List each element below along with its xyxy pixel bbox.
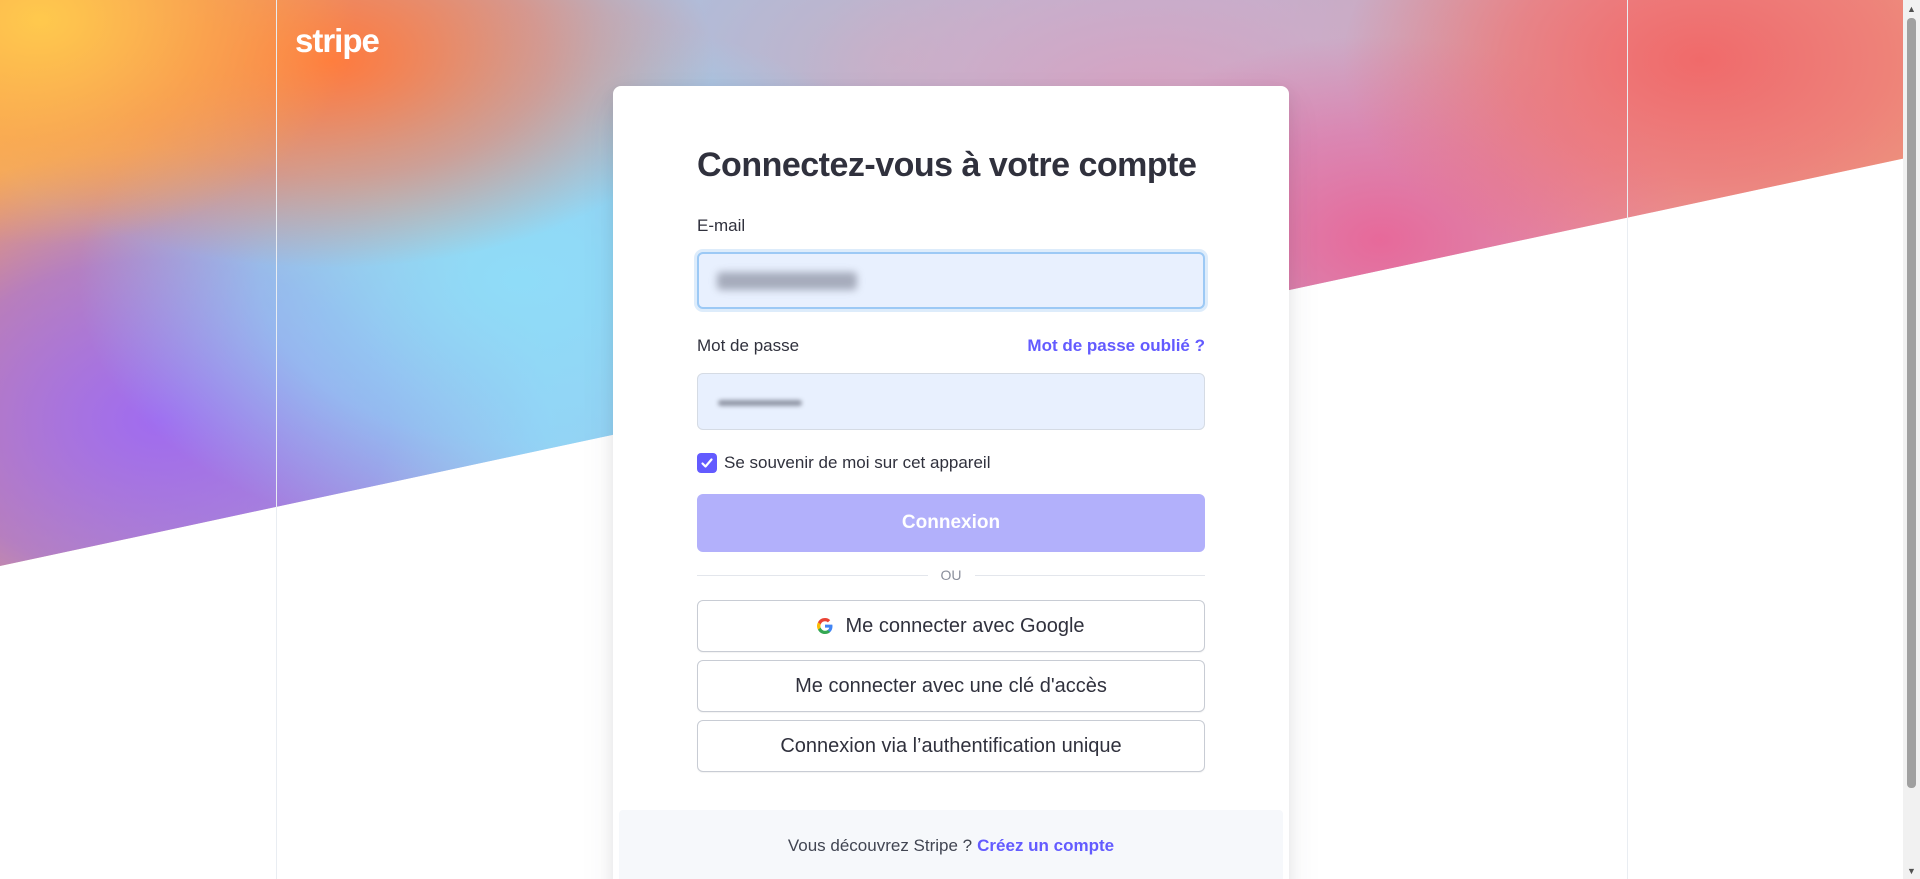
google-login-label: Me connecter avec Google	[845, 614, 1085, 637]
remember-me-label[interactable]: Se souvenir de moi sur cet appareil	[724, 453, 990, 473]
scrollbar-thumb[interactable]	[1907, 18, 1916, 788]
forgot-password-link[interactable]: Mot de passe oublié ?	[1027, 336, 1205, 356]
page: stripe Connectez-vous à votre compte E-m…	[0, 0, 1920, 879]
sso-login-label: Connexion via l’authentification unique	[780, 734, 1122, 757]
scroll-up-icon[interactable]: ▲	[1903, 0, 1920, 17]
email-field[interactable]	[697, 252, 1205, 309]
remember-me-checkbox[interactable]	[697, 453, 717, 473]
signup-prompt: Vous découvrez Stripe ?	[787, 836, 973, 855]
stripe-logo[interactable]: stripe	[295, 22, 380, 60]
checkmark-icon	[701, 458, 713, 468]
login-card: Connectez-vous à votre compte E-mail Mot…	[613, 86, 1289, 879]
google-g-icon	[817, 618, 833, 634]
scroll-down-icon[interactable]: ▼	[1903, 862, 1920, 879]
email-label: E-mail	[697, 216, 746, 235]
passkey-login-button[interactable]: Me connecter avec une clé d'accès	[697, 660, 1205, 712]
vertical-scrollbar[interactable]: ▲ ▼	[1903, 0, 1920, 879]
password-label: Mot de passe	[697, 336, 800, 355]
password-field[interactable]	[697, 373, 1205, 430]
email-value-redacted	[717, 272, 857, 290]
login-submit-button[interactable]: Connexion	[697, 494, 1205, 552]
or-separator: OU	[940, 567, 962, 583]
guide-line	[276, 0, 277, 879]
password-value-masked	[718, 400, 802, 406]
sso-login-button[interactable]: Connexion via l’authentification unique	[697, 720, 1205, 772]
create-account-link[interactable]: Créez un compte	[977, 836, 1114, 879]
google-login-button[interactable]: Me connecter avec Google	[697, 600, 1205, 652]
page-title: Connectez-vous à votre compte	[697, 146, 1197, 184]
signup-footer: Vous découvrez Stripe ? Créez un compte	[619, 810, 1283, 879]
passkey-login-label: Me connecter avec une clé d'accès	[795, 674, 1107, 697]
guide-line	[1627, 0, 1628, 879]
